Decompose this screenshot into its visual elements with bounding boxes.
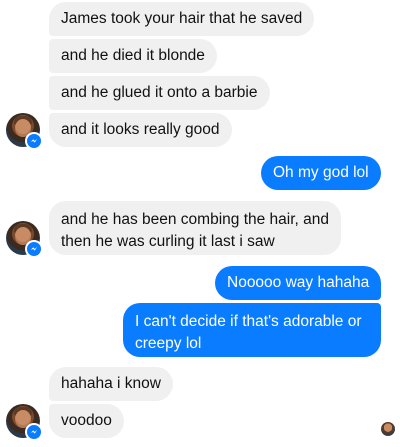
message-text: Oh my god lol <box>273 164 369 181</box>
message-bubble-incoming[interactable]: voodoo <box>49 404 124 438</box>
contact-avatar[interactable] <box>6 221 43 258</box>
message-bubble-incoming[interactable]: and it looks really good <box>49 113 232 147</box>
message-bubble-outgoing[interactable]: I can't decide if that's adorable or cre… <box>123 303 381 357</box>
message-bubble-outgoing[interactable]: Oh my god lol <box>261 156 381 190</box>
messenger-badge-icon <box>25 423 43 441</box>
contact-avatar[interactable] <box>6 113 43 150</box>
read-receipt-avatar-icon <box>381 422 395 436</box>
message-text: hahaha i know <box>61 375 161 392</box>
contact-avatar[interactable] <box>6 404 43 441</box>
messenger-badge-icon <box>25 132 43 150</box>
message-bubble-incoming[interactable]: and he died it blonde <box>49 39 217 73</box>
messenger-badge-icon <box>25 240 43 258</box>
message-text: and he has been combing the hair, and th… <box>61 211 330 250</box>
message-text: voodoo <box>61 412 112 429</box>
message-text: and it looks really good <box>61 121 220 138</box>
message-bubble-incoming[interactable]: hahaha i know <box>49 367 173 401</box>
message-text: James took your hair that he saved <box>61 10 303 27</box>
message-bubble-incoming[interactable]: James took your hair that he saved <box>49 2 315 36</box>
message-bubble-incoming[interactable]: and he glued it onto a barbie <box>49 76 270 110</box>
message-bubble-incoming[interactable]: and he has been combing the hair, and th… <box>49 201 341 255</box>
message-text: and he glued it onto a barbie <box>61 84 258 101</box>
message-text: Nooooo way hahaha <box>227 274 370 291</box>
message-bubble-outgoing[interactable]: Nooooo way hahaha <box>215 266 382 300</box>
message-text: and he died it blonde <box>61 47 205 64</box>
message-text: I can't decide if that's adorable or cre… <box>135 313 362 352</box>
